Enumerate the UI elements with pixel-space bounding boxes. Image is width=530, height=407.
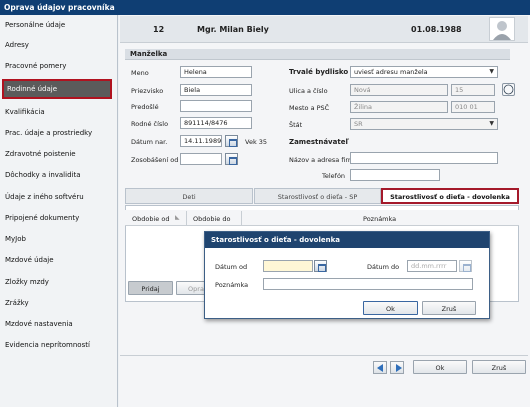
- table-header-row: [125, 210, 519, 226]
- next-button[interactable]: [390, 361, 404, 374]
- rodne-cislo-input[interactable]: 891114/8476: [180, 117, 252, 129]
- footer-ok-button[interactable]: Ok: [413, 360, 467, 374]
- stat-select[interactable]: SR ▼: [350, 118, 498, 130]
- dialog-poznamka-input[interactable]: [263, 278, 473, 290]
- window-title: Oprava údajov pracovníka: [0, 0, 530, 15]
- zosobasenie-calendar-icon[interactable]: [225, 153, 238, 165]
- stat-label: Štát: [289, 121, 303, 129]
- tab-deti[interactable]: Deti: [125, 188, 253, 204]
- trvale-bydlisko-title: Trvalé bydlisko: [289, 68, 349, 76]
- chevron-down-icon: ▼: [489, 120, 494, 127]
- zamestnavatel-title: Zamestnávateľ: [289, 138, 349, 146]
- sidebar-item-mzdove-nastavenia[interactable]: Mzdové nastavenia: [0, 314, 118, 334]
- sidebar-item-rodinne-udaje[interactable]: Rodinné údaje: [2, 79, 112, 99]
- dialog-title: Starostlivosť o dieťa - dovolenka: [205, 232, 489, 248]
- previous-button[interactable]: [373, 361, 387, 374]
- column-divider: [186, 211, 187, 225]
- dialog-datum-od-calendar-icon[interactable]: [314, 260, 327, 272]
- sidebar-item-prac-udaje[interactable]: Prac. údaje a prostriedky: [0, 123, 118, 143]
- sidebar-item-pracovne-pomery[interactable]: Pracovné pomery: [0, 56, 118, 76]
- firma-input[interactable]: [350, 152, 498, 164]
- stat-select-value: SR: [354, 120, 363, 128]
- meno-input[interactable]: Helena: [180, 66, 252, 78]
- footer-cancel-button[interactable]: Zruš: [472, 360, 526, 374]
- column-obdobie-do[interactable]: Obdobie do: [193, 215, 230, 223]
- priezvisko-label: Priezvisko: [131, 87, 164, 95]
- sidebar-item-pripojene-dokumenty[interactable]: Pripojené dokumenty: [0, 208, 118, 228]
- tab-starostlivost-dovolenka[interactable]: Starostlivosť o dieťa - dovolenka: [381, 188, 519, 204]
- chevron-down-icon: ▼: [489, 68, 494, 75]
- sidebar-item-evidencia-nepritomnosti[interactable]: Evidencia neprítomností: [0, 335, 118, 355]
- predosle-label: Predošlé: [131, 103, 159, 111]
- mesto-input[interactable]: Žilina: [350, 101, 448, 113]
- dialog-datum-do-input[interactable]: dd.mm.rrrr: [407, 260, 457, 272]
- zosobasenie-label: Zosobášení od: [131, 156, 179, 164]
- address-select-value: uviesť adresu manžela: [354, 68, 428, 76]
- vek-label: Vek 35: [245, 138, 268, 146]
- telefon-input[interactable]: [350, 169, 440, 181]
- employee-birthdate: 01.08.1988: [411, 25, 462, 34]
- datum-nar-calendar-icon[interactable]: [225, 135, 238, 147]
- sort-icon: ◣: [175, 214, 180, 221]
- column-divider: [241, 211, 242, 225]
- priezvisko-input[interactable]: Biela: [180, 84, 252, 96]
- psc-input[interactable]: 010 01: [451, 101, 495, 113]
- dialog-datum-do-calendar-icon[interactable]: [459, 260, 472, 272]
- sidebar-item-zlozky-mzdy[interactable]: Zložky mzdy: [0, 272, 118, 292]
- sidebar: Personálne údaje Adresy Pracovné pomery …: [0, 15, 118, 407]
- sidebar-item-udaje-z-ineho-softveru[interactable]: Údaje z iného softvéru: [0, 187, 118, 207]
- rodne-cislo-label: Rodné číslo: [131, 120, 169, 128]
- ulica-input[interactable]: Nová: [350, 84, 448, 96]
- avatar: [489, 17, 515, 41]
- person-icon: [493, 21, 511, 40]
- cislo-input[interactable]: 15: [451, 84, 495, 96]
- datum-nar-label: Dátum nar.: [131, 138, 168, 146]
- sidebar-item-myjob[interactable]: MyJob: [0, 229, 118, 249]
- dialog-poznamka-label: Poznámka: [215, 281, 249, 289]
- mesto-label: Mesto a PSČ: [289, 104, 330, 112]
- tab-starostlivost-sp[interactable]: Starostlivosť o dieťa - SP: [254, 188, 381, 204]
- spouse-section-title: Manželka: [130, 50, 168, 58]
- dialog-cancel-button[interactable]: Zruš: [422, 301, 476, 315]
- employee-header: [120, 16, 528, 43]
- care-dialog: Starostlivosť o dieťa - dovolenka Dátum …: [204, 231, 490, 319]
- sidebar-item-personalne-udaje[interactable]: Personálne údaje: [0, 15, 118, 35]
- sidebar-item-mzdove-udaje[interactable]: Mzdové údaje: [0, 250, 118, 270]
- datum-nar-input[interactable]: 14.11.1989: [180, 135, 222, 147]
- sidebar-item-kvalifikacia[interactable]: Kvalifikácia: [0, 102, 118, 122]
- column-poznamka[interactable]: Poznámka: [363, 215, 396, 223]
- dialog-ok-button[interactable]: Ok: [363, 301, 418, 315]
- employee-number: 12: [153, 25, 165, 34]
- meno-label: Meno: [131, 69, 149, 77]
- sidebar-item-zrazky[interactable]: Zrážky: [0, 293, 118, 313]
- ulica-label: Ulica a číslo: [289, 87, 328, 95]
- arrow-right-icon: [396, 364, 402, 372]
- firma-label: Názov a adresa firmy: [289, 156, 359, 164]
- zosobasenie-input[interactable]: [180, 153, 222, 165]
- compass-icon[interactable]: [502, 83, 515, 96]
- dialog-datum-od-input[interactable]: [263, 260, 313, 272]
- footer-divider: [120, 355, 528, 356]
- address-select[interactable]: uviesť adresu manžela ▼: [350, 66, 498, 78]
- arrow-left-icon: [377, 364, 383, 372]
- sidebar-item-zdravotne-poistenie[interactable]: Zdravotné poistenie: [0, 144, 118, 164]
- spouse-section-header: [125, 49, 510, 60]
- add-button[interactable]: Pridaj: [128, 281, 173, 295]
- column-obdobie-od[interactable]: Obdobie od: [132, 215, 169, 223]
- dialog-datum-od-label: Dátum od: [215, 263, 248, 271]
- predosle-input[interactable]: [180, 100, 252, 112]
- sidebar-item-dochodky[interactable]: Dôchodky a invalidita: [0, 165, 118, 185]
- dialog-datum-do-label: Dátum do: [367, 263, 400, 271]
- sidebar-item-adresy[interactable]: Adresy: [0, 35, 118, 55]
- employee-name: Mgr. Milan Biely: [197, 25, 269, 34]
- telefon-label: Telefón: [322, 172, 346, 180]
